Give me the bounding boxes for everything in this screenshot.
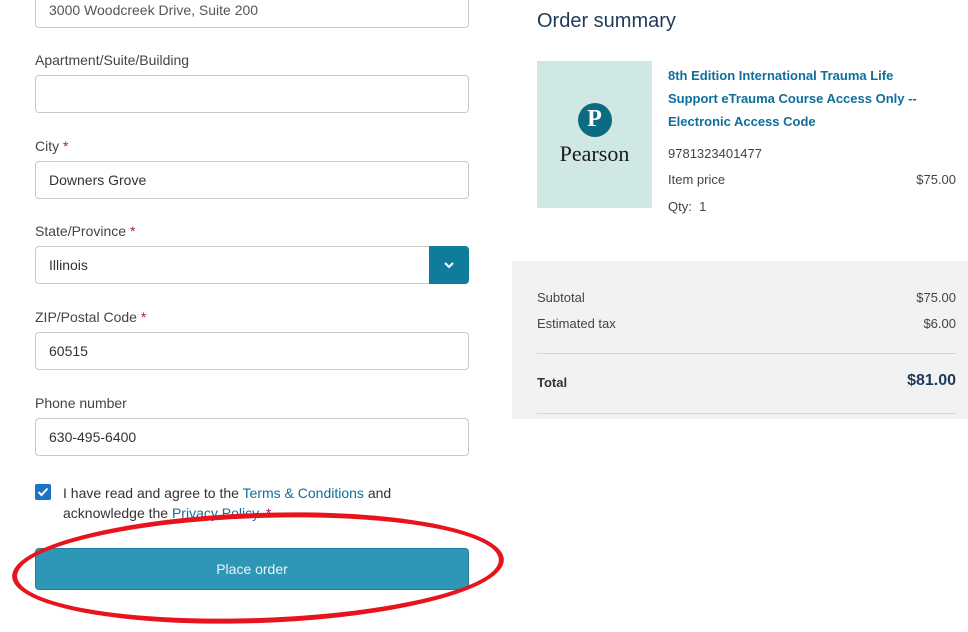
- tax-label: Estimated tax: [537, 316, 616, 331]
- zip-field[interactable]: 60515: [35, 332, 469, 370]
- city-label: City *: [35, 138, 69, 154]
- total-label: Total: [537, 375, 568, 390]
- terms-link[interactable]: Terms & Conditions: [243, 485, 364, 501]
- apartment-field[interactable]: [35, 75, 469, 113]
- annotation-highlight-circle: [10, 504, 506, 632]
- city-field[interactable]: Downers Grove: [35, 161, 469, 199]
- phone-value: 630-495-6400: [49, 429, 137, 445]
- consent-checkbox[interactable]: [35, 484, 51, 500]
- item-price-label: Item price: [668, 172, 726, 187]
- quantity: Qty: 1: [668, 199, 707, 214]
- subtotal-label: Subtotal: [537, 290, 585, 305]
- phone-field[interactable]: 630-495-6400: [35, 418, 469, 456]
- subtotal-value: $75.00: [916, 290, 956, 305]
- product-title-link[interactable]: 8th Edition International Trauma Life Su…: [668, 64, 938, 133]
- totals-bottom-divider: [537, 413, 956, 414]
- state-value: Illinois: [49, 257, 88, 273]
- brand-name: Pearson: [559, 140, 630, 166]
- pearson-logo-icon: P: [577, 102, 612, 137]
- address-line1-value: 3000 Woodcreek Drive, Suite 200: [49, 2, 259, 18]
- city-value: Downers Grove: [49, 172, 147, 188]
- product-thumbnail: P Pearson: [537, 61, 652, 208]
- apartment-label: Apartment/Suite/Building: [35, 52, 190, 68]
- chevron-down-icon: [444, 262, 454, 269]
- address-line1-field[interactable]: 3000 Woodcreek Drive, Suite 200: [35, 0, 469, 28]
- checkmark-icon: [37, 487, 49, 497]
- phone-label: Phone number: [35, 395, 127, 411]
- product-isbn: 9781323401477: [668, 146, 762, 161]
- totals-divider: [537, 353, 956, 354]
- total-value: $81.00: [907, 372, 956, 389]
- state-dropdown-button[interactable]: [429, 246, 469, 284]
- tax-value: $6.00: [923, 316, 956, 331]
- state-select[interactable]: Illinois: [35, 246, 469, 284]
- zip-value: 60515: [49, 343, 88, 359]
- zip-label: ZIP/Postal Code *: [35, 309, 147, 325]
- order-summary-title: Order summary: [537, 10, 676, 32]
- item-price-value: $75.00: [916, 172, 956, 187]
- state-label: State/Province *: [35, 223, 136, 239]
- totals-panel: [512, 261, 968, 419]
